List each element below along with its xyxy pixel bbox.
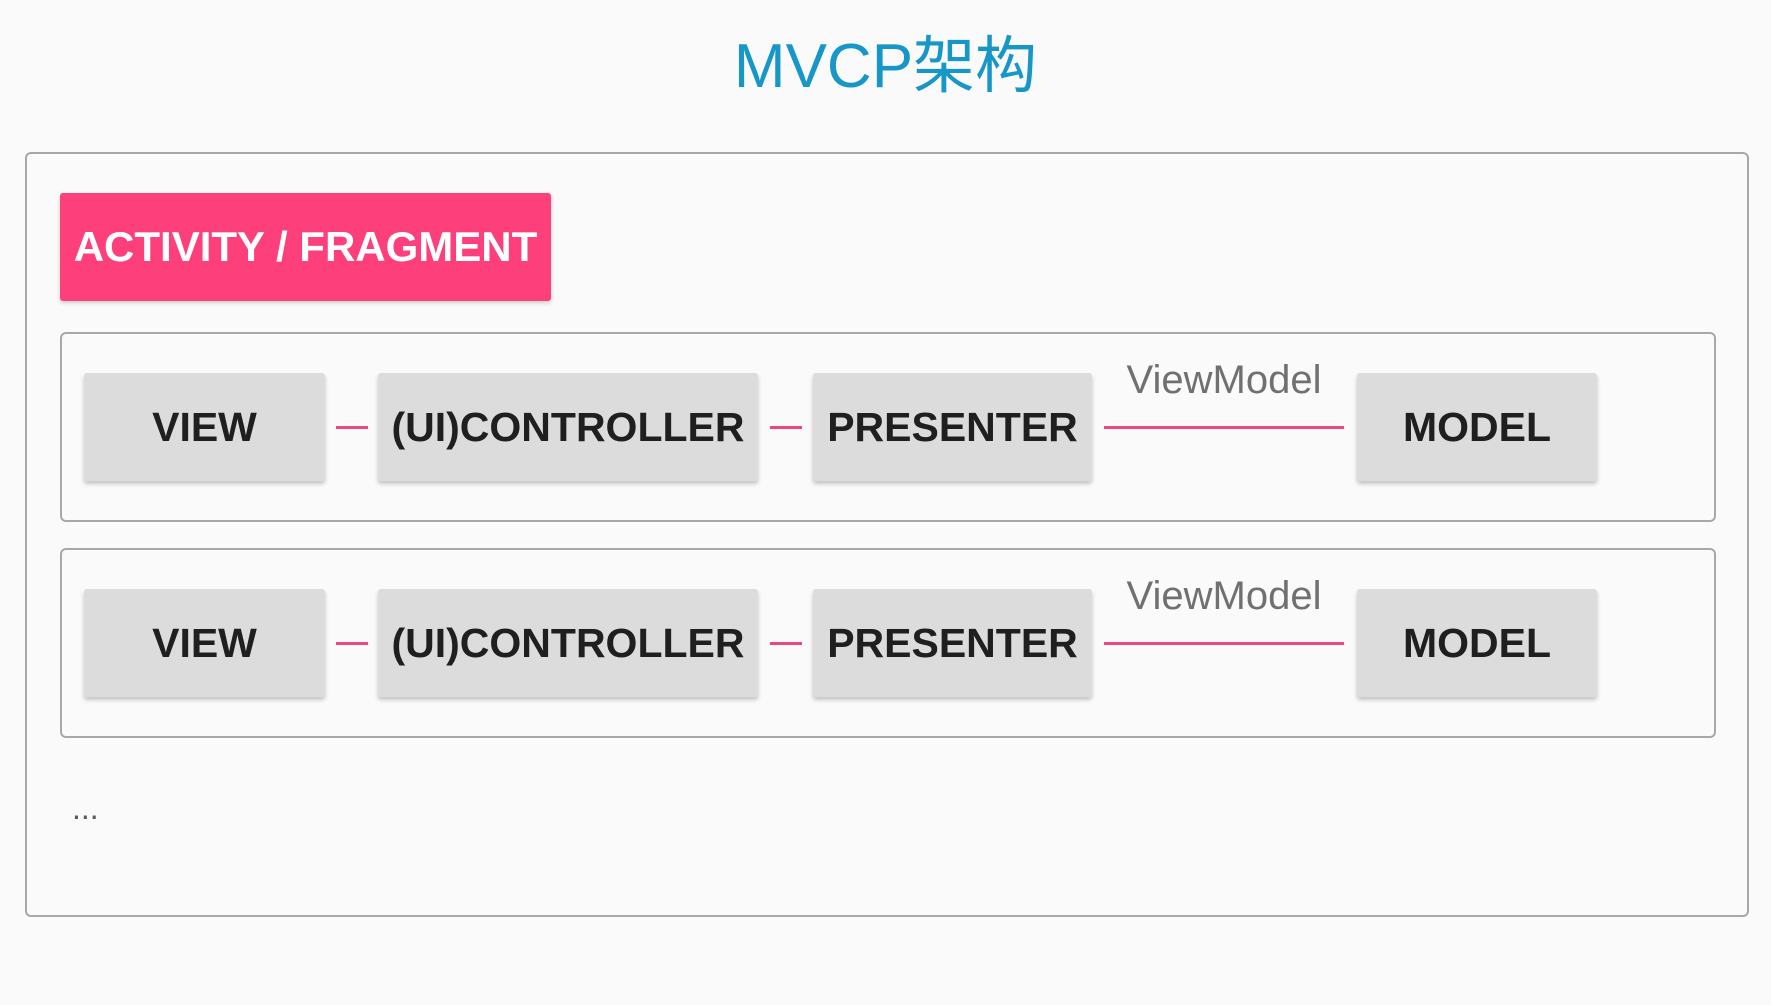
mvcp-row-1: VIEW (UI)CONTROLLER PRESENTER ViewModel … — [60, 332, 1716, 522]
presenter-box: PRESENTER — [813, 373, 1092, 481]
view-controller-connector — [336, 642, 368, 645]
controller-presenter-connector — [770, 642, 802, 645]
model-box: MODEL — [1357, 373, 1597, 481]
activity-fragment-tag: ACTIVITY / FRAGMENT — [60, 193, 551, 301]
viewmodel-label: ViewModel — [1126, 358, 1322, 402]
more-ellipsis: ... — [72, 790, 99, 826]
controller-presenter-connector — [770, 426, 802, 429]
mvcp-row-2: VIEW (UI)CONTROLLER PRESENTER ViewModel … — [60, 548, 1716, 738]
view-box: VIEW — [84, 589, 325, 697]
view-box: VIEW — [84, 373, 325, 481]
diagram-title: MVCP架构 — [733, 32, 1038, 101]
viewmodel-label: ViewModel — [1126, 574, 1322, 618]
view-controller-connector — [336, 426, 368, 429]
controller-box: (UI)CONTROLLER — [378, 589, 758, 697]
presenter-model-connector — [1104, 642, 1344, 645]
controller-box: (UI)CONTROLLER — [378, 373, 758, 481]
model-box: MODEL — [1357, 589, 1597, 697]
presenter-box: PRESENTER — [813, 589, 1092, 697]
presenter-model-connector — [1104, 426, 1344, 429]
